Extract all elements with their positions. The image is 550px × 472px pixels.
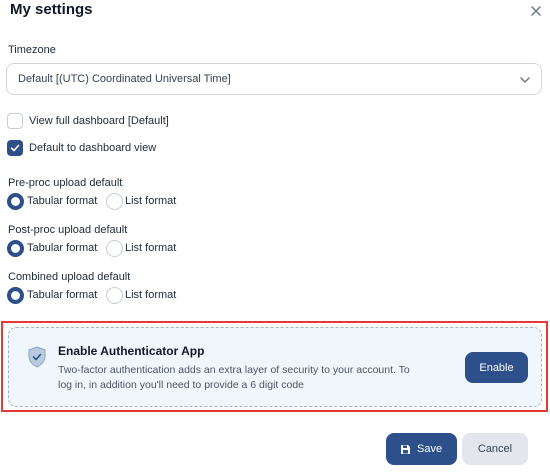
default-dashboard-view-checkbox[interactable] bbox=[7, 140, 23, 156]
authenticator-title: Enable Authenticator App bbox=[58, 344, 205, 358]
close-icon[interactable] bbox=[528, 3, 544, 19]
post-proc-label: Post-proc upload default bbox=[8, 224, 128, 236]
pre-proc-list-label: List format bbox=[125, 195, 177, 207]
dialog-title: My settings bbox=[10, 1, 93, 18]
default-dashboard-view-label: Default to dashboard view bbox=[29, 142, 157, 154]
view-full-dashboard-checkbox[interactable] bbox=[7, 113, 23, 129]
pre-proc-label: Pre-proc upload default bbox=[8, 177, 123, 189]
save-button[interactable]: Save bbox=[386, 433, 457, 465]
combined-tabular-label: Tabular format bbox=[27, 289, 98, 301]
combined-tabular-radio[interactable] bbox=[7, 287, 24, 304]
authenticator-card: Enable Authenticator App Two-factor auth… bbox=[8, 327, 542, 407]
combined-list-label: List format bbox=[125, 289, 177, 301]
combined-list-radio[interactable] bbox=[106, 287, 123, 304]
shield-check-icon bbox=[28, 346, 46, 368]
view-full-dashboard-option[interactable]: View full dashboard [Default] bbox=[7, 112, 169, 130]
authenticator-description: Two-factor authentication adds an extra … bbox=[58, 364, 410, 391]
save-label: Save bbox=[417, 443, 443, 455]
timezone-select[interactable]: Default [(UTC) Coordinated Universal Tim… bbox=[6, 63, 542, 95]
chevron-down-icon bbox=[520, 77, 530, 83]
post-proc-list-radio[interactable] bbox=[106, 240, 123, 257]
timezone-value: Default [(UTC) Coordinated Universal Tim… bbox=[18, 73, 231, 85]
post-proc-list-label: List format bbox=[125, 242, 177, 254]
save-icon bbox=[401, 445, 410, 454]
post-proc-tabular-radio[interactable] bbox=[7, 240, 24, 257]
combined-label: Combined upload default bbox=[8, 271, 131, 283]
default-dashboard-view-option[interactable]: Default to dashboard view bbox=[7, 139, 156, 157]
pre-proc-tabular-label: Tabular format bbox=[27, 195, 98, 207]
enable-authenticator-button[interactable]: Enable bbox=[465, 352, 528, 383]
checkmark-icon bbox=[10, 144, 20, 152]
cancel-button[interactable]: Cancel bbox=[462, 433, 528, 465]
pre-proc-tabular-radio[interactable] bbox=[7, 193, 24, 210]
view-full-dashboard-label: View full dashboard [Default] bbox=[29, 115, 169, 127]
timezone-label: Timezone bbox=[8, 44, 56, 56]
post-proc-tabular-label: Tabular format bbox=[27, 242, 98, 254]
pre-proc-list-radio[interactable] bbox=[106, 193, 123, 210]
